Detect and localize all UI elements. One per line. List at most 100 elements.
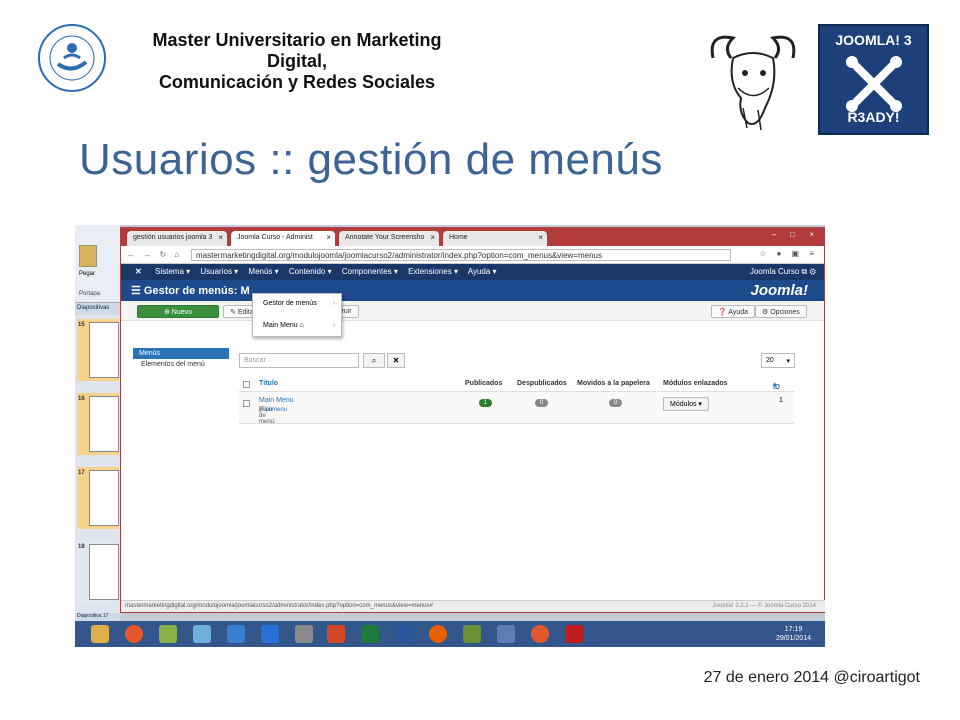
page-title: Gestor de menús: M [143, 285, 250, 297]
url-field[interactable]: mastermarketingdigital.org/modulojoomla/… [191, 249, 731, 261]
nav-extensiones[interactable]: Extensiones ▾ [408, 267, 458, 276]
slide-thumbnail[interactable]: 18 [77, 541, 119, 603]
nav-usuarios[interactable]: Usuarios ▾ [200, 267, 238, 276]
menus-dropdown: Gestor de menús › Main Menu ⌂ › [252, 293, 342, 337]
browser-status-bar: mastermarketingdigital.org/modulojoomla/… [121, 600, 825, 612]
site-link[interactable]: Joomla Curso ⧉ [750, 267, 807, 276]
col-published: Publicados [465, 380, 503, 387]
slide-title: Usuarios :: gestión de menús [79, 135, 663, 184]
joomla-logo-icon [845, 56, 902, 112]
menus-table: Título Publicados Despublicados Movidos … [239, 376, 794, 425]
col-modules: Módulos enlazados [663, 380, 728, 387]
university-seal-icon [38, 24, 106, 92]
col-unpublished: Despublicados [517, 380, 567, 387]
app-icon[interactable] [295, 625, 313, 643]
list-icon: ☰ [131, 285, 144, 297]
nav-menus[interactable]: Menús ▾ [248, 267, 278, 276]
paste-icon[interactable] [79, 245, 97, 267]
address-bar-row: ← → ↻ ⌂ mastermarketingdigital.org/modul… [121, 246, 824, 264]
table-row: Main Menu (Tipo de menú: mainmenu) 1 0 0… [239, 392, 794, 425]
slide-thumbnail[interactable]: 16 [77, 393, 119, 455]
app-icon[interactable] [227, 625, 245, 643]
row-checkbox[interactable] [243, 400, 250, 407]
word-icon[interactable] [395, 625, 413, 643]
options-button[interactable]: ⚙ Opciones [755, 305, 807, 318]
question-icon: ❓ [718, 309, 729, 316]
powerpoint-ribbon: Pegar Portapa [75, 225, 120, 303]
gnu-head-icon [710, 35, 796, 131]
app-icon[interactable] [497, 625, 515, 643]
joomla-small-icon[interactable]: ✕ [135, 267, 142, 276]
ie-icon[interactable] [261, 625, 279, 643]
row-title-link[interactable]: Main Menu [259, 397, 294, 404]
browser-tab[interactable]: gestión usuarios joomla 3 × [127, 231, 227, 246]
master-title: Master Universitario en Marketing Digita… [152, 30, 442, 92]
col-title[interactable]: Título [259, 380, 278, 387]
joomla-top-nav: ✕ Sistema ▾ Usuarios ▾ Menús ▾ Contenido… [121, 264, 824, 280]
chrome-icon[interactable] [531, 625, 549, 643]
col-trashed: Movidos a la papelera [577, 380, 650, 387]
row-id: 1 [779, 397, 783, 404]
browser-tab[interactable]: Annotate Your Screensho × [339, 231, 439, 246]
app-icon[interactable] [159, 625, 177, 643]
slide-thumbnail[interactable]: 17 [77, 467, 119, 529]
plus-icon: ⊕ [163, 309, 172, 316]
windows-taskbar: 17:19 29/01/2014 [75, 621, 825, 647]
paste-label: Pegar [79, 271, 96, 277]
slides-tab[interactable]: Diapositivas [75, 303, 120, 315]
joomla-sidebar: Menús Elementos del menú [133, 348, 229, 370]
limit-select[interactable]: 20 ▾ [761, 353, 795, 368]
powerpoint-icon[interactable] [327, 625, 345, 643]
table-header: Título Publicados Despublicados Movidos … [239, 376, 794, 392]
browser-tabbar: gestión usuarios joomla 3 × Joomla Curso … [121, 228, 824, 246]
nav-sistema[interactable]: Sistema ▾ [155, 267, 190, 276]
dropdown-item-menu-manager[interactable]: Gestor de menús [263, 300, 317, 307]
nav-contenido[interactable]: Contenido ▾ [289, 267, 332, 276]
filezilla-icon[interactable] [565, 625, 583, 643]
sidebar-item-menus[interactable]: Menús [133, 348, 229, 359]
chevron-right-icon: › [333, 300, 336, 307]
search-input[interactable]: Buscar [239, 353, 359, 368]
help-button[interactable]: ❓ Ayuda [711, 305, 756, 318]
joomla-toolbar: ⊕ Nuevo ✎ Edita struir ❓ Ayuda ⚙ Opcione… [121, 301, 824, 321]
edit-icon: ✎ [230, 309, 238, 316]
select-all-checkbox[interactable] [243, 381, 250, 388]
new-button[interactable]: ⊕ Nuevo [137, 305, 219, 318]
powerpoint-panel: Pegar Portapa Diapositivas 15 16 17 18 [75, 225, 120, 625]
browser-tools-icons[interactable]: ☆ ● ▣ ≡ [759, 249, 818, 258]
nav-componentes[interactable]: Componentes ▾ [342, 267, 398, 276]
dropdown-item-main-menu[interactable]: Main Menu ⌂ [263, 322, 304, 329]
slide: Master Universitario en Marketing Digita… [0, 0, 960, 720]
firefox-icon[interactable] [429, 625, 447, 643]
slide-counter: Diapositiva 17 [75, 613, 120, 621]
navigation-icons[interactable]: ← → ↻ ⌂ [127, 250, 182, 259]
chrome-icon[interactable] [125, 625, 143, 643]
joomla-header: ☰ Gestor de menús: M Joomla! [121, 280, 824, 301]
trashed-badge[interactable]: 0 [609, 399, 622, 407]
home-icon: ⌂ [299, 322, 304, 329]
slide-thumbnail[interactable]: 15 [77, 319, 119, 381]
app-icon[interactable] [193, 625, 211, 643]
gear-icon: ⚙ [762, 309, 771, 316]
excel-icon[interactable] [361, 625, 379, 643]
modules-button[interactable]: Módulos ▾ [663, 397, 709, 411]
explorer-icon[interactable] [91, 625, 109, 643]
col-id[interactable]: ID ▴ [773, 380, 780, 391]
window-controls[interactable]: ‒ □ × [772, 230, 820, 239]
sidebar-item-menu-items[interactable]: Elementos del menú [133, 359, 229, 370]
browser-tab[interactable]: Home × [443, 231, 547, 246]
close-icon: × [538, 233, 543, 242]
embedded-screenshot: Pegar Portapa Diapositivas 15 16 17 18 D… [75, 225, 825, 647]
chevron-down-icon: ▾ [786, 358, 790, 365]
search-icon[interactable]: ⌕ [363, 353, 385, 368]
nav-ayuda[interactable]: Ayuda ▾ [468, 267, 497, 276]
published-badge[interactable]: 1 [479, 399, 492, 407]
gear-icon[interactable]: ⚙ [810, 267, 816, 276]
app-icon[interactable] [463, 625, 481, 643]
joomla-brand: Joomla! [750, 282, 808, 299]
close-icon: × [430, 233, 435, 242]
browser-tab-active[interactable]: Joomla Curso - Administ × [231, 231, 335, 246]
clear-icon[interactable]: ✕ [387, 353, 405, 368]
taskbar-clock[interactable]: 17:19 29/01/2014 [776, 625, 811, 643]
unpublished-badge[interactable]: 0 [535, 399, 548, 407]
